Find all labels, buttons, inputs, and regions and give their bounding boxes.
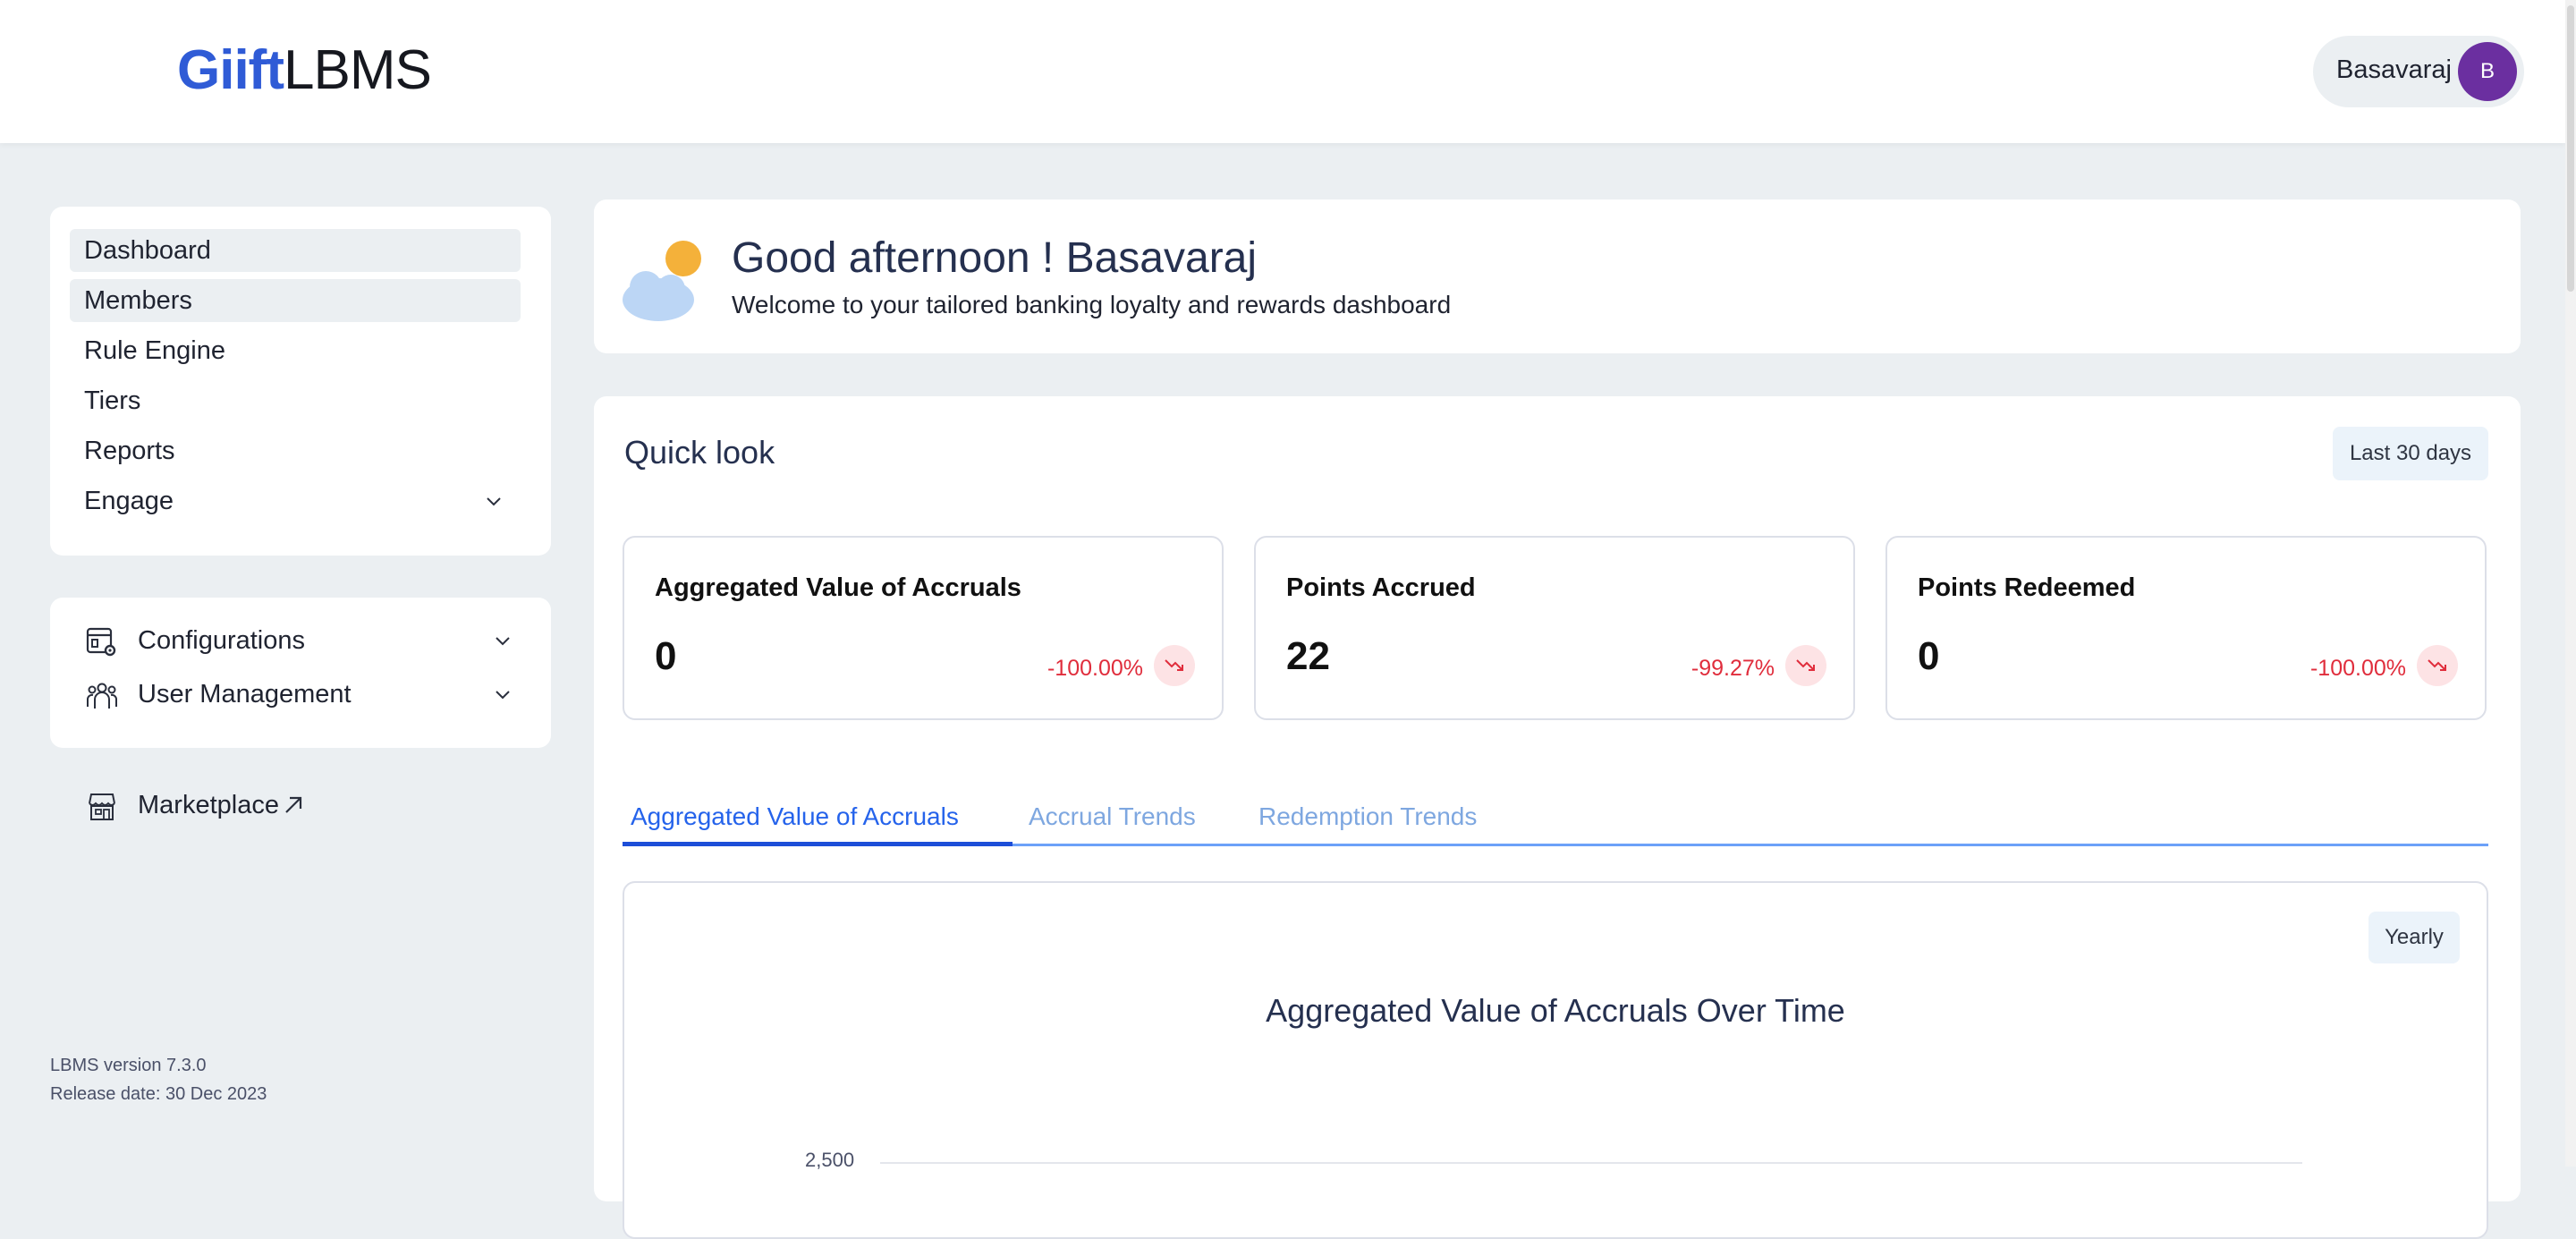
chevron-down-icon bbox=[496, 637, 510, 646]
metric-card-points-accrued: Points Accrued 22 -99.27% bbox=[1254, 536, 1855, 720]
sidebar-item-label: Engage bbox=[84, 487, 174, 515]
sidebar-item-label: Tiers bbox=[84, 386, 141, 415]
period-select-button[interactable]: Yearly bbox=[2368, 912, 2460, 963]
metric-card-aggregated-value: Aggregated Value of Accruals 0 -100.00% bbox=[623, 536, 1224, 720]
sidebar-item-label: Rule Engine bbox=[84, 336, 225, 365]
sidebar-item-reports[interactable]: Reports bbox=[70, 429, 521, 472]
sidebar-item-configurations[interactable]: Configurations bbox=[86, 619, 530, 662]
metric-value: 0 bbox=[655, 634, 677, 678]
metric-card-points-redeemed: Points Redeemed 0 -100.00% bbox=[1885, 536, 2487, 720]
section-title: Quick look bbox=[624, 434, 775, 471]
greeting-title: Good afternoon ! Basavaraj bbox=[732, 234, 1258, 282]
date-range-button[interactable]: Last 30 days bbox=[2333, 427, 2488, 480]
chevron-down-icon bbox=[496, 691, 510, 700]
sidebar-item-dashboard[interactable]: Dashboard bbox=[70, 229, 521, 272]
partly-sunny-icon bbox=[623, 241, 701, 321]
chart-gridline bbox=[880, 1162, 2302, 1164]
avatar: B bbox=[2458, 42, 2517, 101]
chart-panel: Yearly Aggregated Value of Accruals Over… bbox=[623, 881, 2488, 1239]
sidebar-nav: Dashboard Members Rule Engine Tiers Repo… bbox=[50, 207, 551, 556]
user-menu-button[interactable]: Basavaraj B bbox=[2313, 36, 2524, 107]
sidebar-item-label: Members bbox=[84, 286, 192, 315]
logo-product: LBMS bbox=[283, 39, 432, 101]
metric-change: -99.27% bbox=[1690, 656, 1775, 681]
marketplace-label: Marketplace bbox=[138, 791, 279, 819]
users-icon bbox=[87, 683, 117, 709]
user-name: Basavaraj bbox=[2336, 55, 2452, 84]
chart-title: Aggregated Value of Accruals Over Time bbox=[1266, 992, 1845, 1029]
external-link-icon bbox=[285, 796, 302, 813]
trending-down-icon bbox=[1785, 645, 1826, 686]
tab-accrual-trends[interactable]: Accrual Trends bbox=[1029, 802, 1196, 831]
chevron-down-icon bbox=[487, 497, 501, 506]
sidebar-item-label: Dashboard bbox=[84, 236, 211, 265]
sidebar-item-user-management[interactable]: User Management bbox=[86, 673, 530, 716]
greeting-subtitle: Welcome to your tailored banking loyalty… bbox=[732, 291, 1452, 318]
active-tab-indicator bbox=[623, 842, 1013, 846]
store-icon bbox=[89, 793, 115, 820]
version-label: LBMS version 7.3.0 bbox=[50, 1056, 207, 1075]
sidebar-item-label: User Management bbox=[138, 680, 352, 709]
sidebar-item-engage[interactable]: Engage bbox=[70, 479, 521, 522]
y-axis-tick-label: 2,500 bbox=[805, 1149, 855, 1171]
metric-value: 22 bbox=[1286, 634, 1330, 678]
metric-label: Points Redeemed bbox=[1918, 573, 2136, 602]
trending-down-icon bbox=[2417, 645, 2458, 686]
tab-aggregated-value[interactable]: Aggregated Value of Accruals bbox=[631, 802, 959, 831]
settings-panel-icon bbox=[86, 627, 116, 657]
quick-look-panel: Quick look Last 30 days Aggregated Value… bbox=[594, 396, 2521, 1239]
release-date-label: Release date: 30 Dec 2023 bbox=[50, 1084, 267, 1104]
marketplace-link[interactable]: Marketplace bbox=[86, 784, 354, 827]
metric-value: 0 bbox=[1918, 634, 1940, 678]
metric-change: -100.00% bbox=[1046, 656, 1143, 681]
sidebar-item-tiers[interactable]: Tiers bbox=[70, 379, 521, 422]
welcome-banner: Good afternoon ! Basavaraj Welcome to yo… bbox=[594, 199, 2521, 353]
top-header: GiiftLBMS Basavaraj B bbox=[0, 0, 2565, 143]
settings-menu: Configurations User Management bbox=[50, 598, 551, 748]
trending-down-icon bbox=[1154, 645, 1195, 686]
tab-redemption-trends[interactable]: Redemption Trends bbox=[1258, 802, 1477, 831]
logo-brand: Giift bbox=[177, 39, 284, 101]
sidebar-item-members[interactable]: Members bbox=[70, 279, 521, 322]
scrollbar-thumb[interactable] bbox=[2567, 5, 2574, 292]
sidebar-item-rule-engine[interactable]: Rule Engine bbox=[70, 329, 521, 372]
metric-label: Points Accrued bbox=[1286, 573, 1476, 602]
sidebar-item-label: Configurations bbox=[138, 626, 305, 655]
sidebar-item-label: Reports bbox=[84, 437, 175, 465]
app-logo[interactable]: GiiftLBMS bbox=[177, 39, 432, 102]
page-scrollbar[interactable] bbox=[2565, 0, 2576, 1167]
metric-change: -100.00% bbox=[2309, 656, 2406, 681]
metric-label: Aggregated Value of Accruals bbox=[655, 573, 1021, 602]
